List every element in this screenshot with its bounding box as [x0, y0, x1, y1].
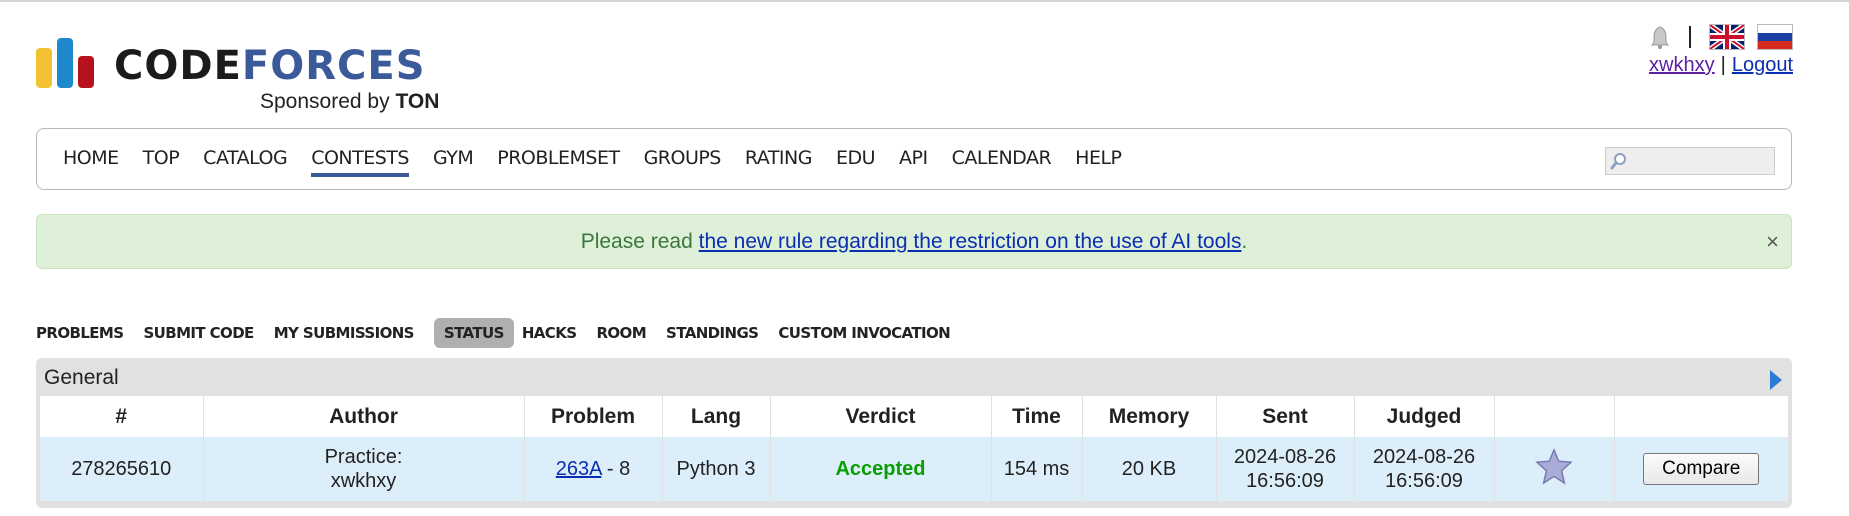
tab-standings[interactable]: STANDINGS — [666, 318, 770, 348]
close-icon[interactable]: × — [1766, 215, 1779, 268]
top-border — [0, 0, 1849, 2]
tab-submit-code[interactable]: SUBMIT CODE — [143, 318, 265, 348]
sponsored-by-label: Sponsored by — [260, 90, 390, 113]
logo-code-text: CODE — [114, 43, 242, 89]
menu-item-top[interactable]: TOP — [143, 147, 180, 177]
menu-item-rating[interactable]: RATING — [745, 147, 813, 177]
language-bar — [1649, 24, 1793, 50]
problem-suffix: - 8 — [601, 458, 631, 480]
frame-title: General — [44, 366, 119, 389]
toggle-arrow-icon[interactable] — [1770, 370, 1782, 390]
menu-item-home[interactable]: HOME — [63, 147, 119, 177]
submission-id[interactable]: 278265610 — [40, 437, 204, 501]
verdict-accepted: Accepted — [835, 458, 926, 480]
divider — [1689, 26, 1691, 48]
compare-cell: Compare — [1614, 437, 1788, 501]
col-header-problem: Problem — [524, 396, 663, 437]
ai-rule-alert: Please read the new rule regarding the r… — [36, 214, 1792, 269]
table-header-row: # Author Problem Lang Verdict Time Memor… — [40, 396, 1788, 437]
tab-room[interactable]: ROOM — [596, 318, 658, 348]
tab-custom-invocation[interactable]: CUSTOM INVOCATION — [778, 318, 962, 348]
problem-link[interactable]: 263A — [556, 458, 602, 480]
menu-item-calendar[interactable]: CALENDAR — [952, 147, 1052, 177]
memory-cell: 20 KB — [1082, 437, 1217, 501]
compare-button[interactable]: Compare — [1643, 453, 1760, 485]
menu-item-gym[interactable]: GYM — [433, 147, 474, 177]
logo-forces-text: FORCES — [241, 43, 426, 89]
col-header-id: # — [40, 396, 204, 437]
col-header-judged: Judged — [1354, 396, 1495, 437]
col-header-lang: Lang — [662, 396, 771, 437]
menu-item-edu[interactable]: EDU — [836, 147, 876, 177]
username-link[interactable]: xwkhxy — [1649, 54, 1715, 76]
logout-link[interactable]: Logout — [1732, 54, 1793, 76]
search-icon — [1610, 153, 1626, 170]
sent-time: 16:56:09 — [1246, 470, 1324, 492]
russia-flag-icon[interactable] — [1757, 24, 1793, 50]
col-header-memory: Memory — [1082, 396, 1217, 437]
tab-status[interactable]: STATUS — [433, 318, 514, 348]
judged-cell: 2024-08-26 16:56:09 — [1354, 437, 1495, 501]
judged-date: 2024-08-26 — [1372, 446, 1476, 468]
search-box — [1605, 147, 1778, 175]
alert-prefix: Please read — [580, 230, 699, 253]
logo-bars-icon — [36, 38, 94, 88]
ai-rule-link[interactable]: the new rule regarding the restriction o… — [699, 230, 1242, 253]
author-name[interactable]: xwkhxy — [205, 469, 523, 493]
col-header-compare — [1614, 396, 1788, 437]
contest-menu: PROBLEMS SUBMIT CODE MY SUBMISSIONS STAT… — [36, 318, 962, 348]
menu-item-catalog[interactable]: CATALOG — [203, 147, 288, 177]
favourite-cell — [1494, 437, 1615, 501]
menu-item-problemset[interactable]: PROBLEMSET — [497, 147, 620, 177]
status-frame: General # Author Problem Lang Verdict Ti… — [36, 358, 1792, 508]
tab-problems[interactable]: PROBLEMS — [36, 318, 135, 348]
status-table: # Author Problem Lang Verdict Time Memor… — [40, 396, 1788, 501]
main-menu-items: HOME TOP CATALOG CONTESTS GYM PROBLEMSET… — [63, 147, 1122, 177]
tab-hacks[interactable]: HACKS — [522, 318, 589, 348]
user-links: xwkhxy | Logout — [1649, 54, 1793, 77]
col-header-verdict: Verdict — [770, 396, 992, 437]
menu-item-api[interactable]: API — [899, 147, 928, 177]
lang-cell: Python 3 — [662, 437, 771, 501]
menu-item-groups[interactable]: GROUPS — [644, 147, 722, 177]
menu-item-contests[interactable]: CONTESTS — [311, 147, 409, 177]
author-cell: Practice: xwkhxy — [203, 437, 525, 501]
sponsor-name: TON — [395, 90, 440, 113]
tab-my-submissions[interactable]: MY SUBMISSIONS — [274, 318, 426, 348]
col-header-sent: Sent — [1216, 396, 1355, 437]
col-header-favourite — [1494, 396, 1615, 437]
alert-suffix: . — [1241, 230, 1248, 253]
col-header-time: Time — [991, 396, 1083, 437]
star-icon[interactable] — [1535, 447, 1573, 485]
col-header-author: Author — [203, 396, 525, 437]
judged-time: 16:56:09 — [1385, 470, 1463, 492]
logo-wordmark: CODEFORCES — [114, 46, 426, 86]
bell-icon[interactable] — [1649, 25, 1671, 49]
main-menu: HOME TOP CATALOG CONTESTS GYM PROBLEMSET… — [36, 128, 1792, 190]
table-row: 278265610 Practice: xwkhxy 263A - 8 Pyth… — [40, 437, 1788, 501]
time-cell: 154 ms — [991, 437, 1083, 501]
problem-cell: 263A - 8 — [524, 437, 663, 501]
user-separator: | — [1720, 54, 1726, 76]
author-practice-label: Practice: — [324, 446, 403, 468]
search-input[interactable] — [1634, 148, 1778, 174]
verdict-cell: Accepted — [770, 437, 992, 501]
sent-cell: 2024-08-26 16:56:09 — [1216, 437, 1355, 501]
uk-flag-icon[interactable] — [1709, 24, 1745, 50]
sent-date: 2024-08-26 — [1233, 446, 1337, 468]
sponsor-line: Sponsored by TON — [260, 90, 439, 114]
menu-item-help[interactable]: HELP — [1075, 147, 1122, 177]
